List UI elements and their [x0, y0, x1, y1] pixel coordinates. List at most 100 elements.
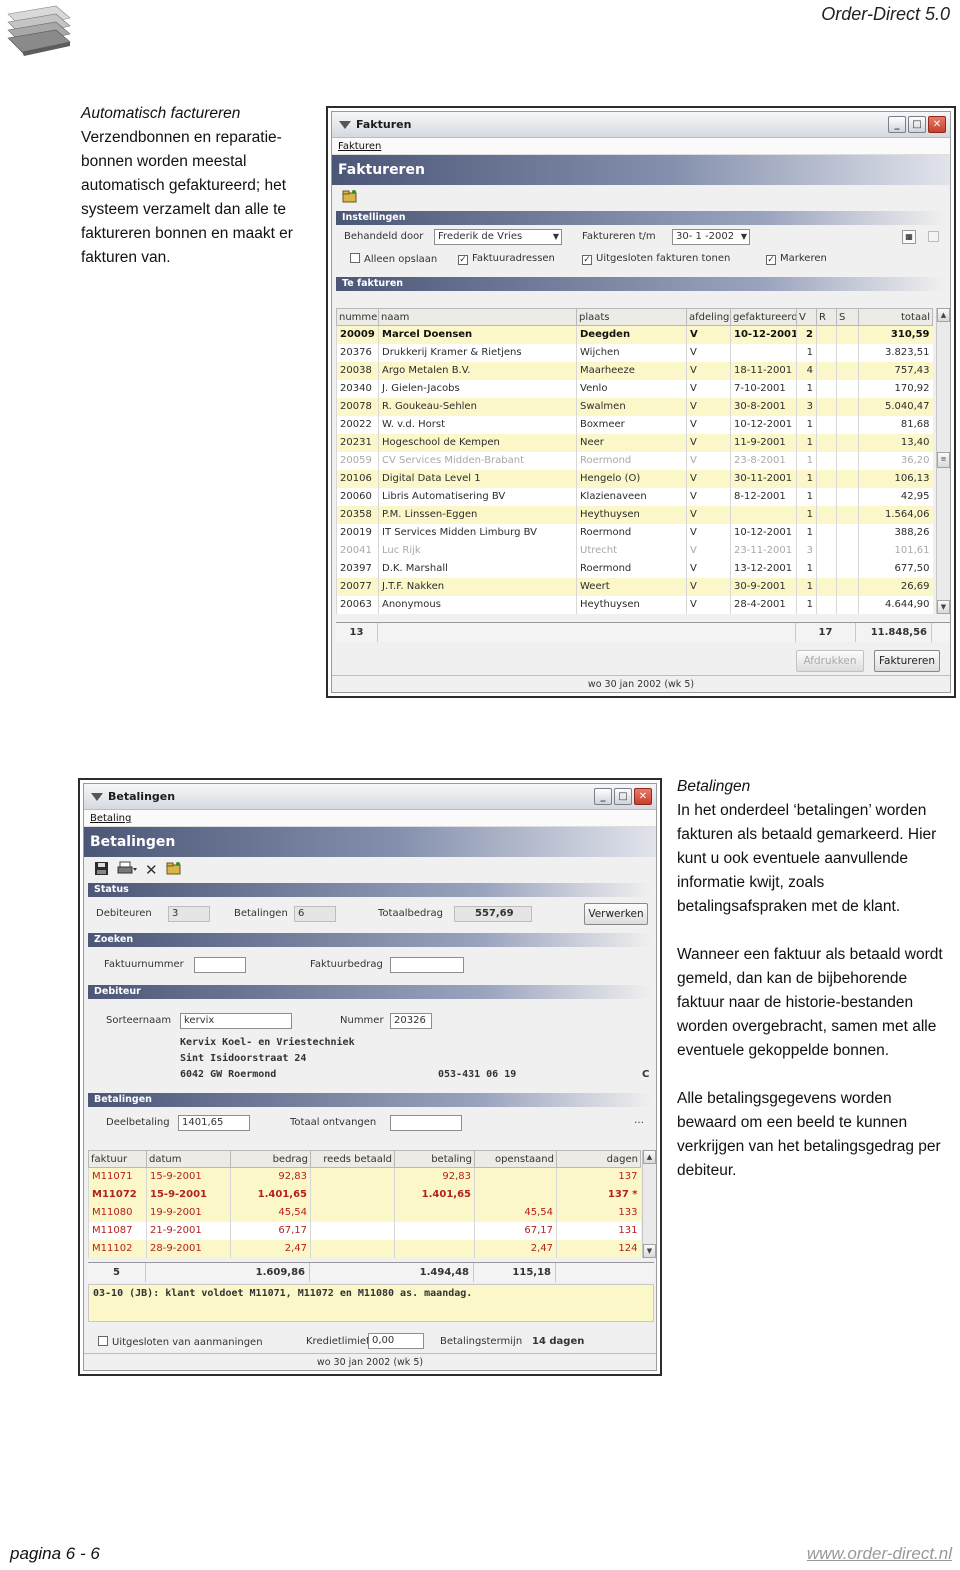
sorteernaam-input[interactable]: kervix	[180, 1013, 292, 1029]
kredietlimiet-input[interactable]: 0,00	[368, 1333, 424, 1349]
table-cell: 1	[796, 451, 817, 470]
column-header[interactable]: gefaktureerd	[730, 308, 797, 326]
table-row[interactable]: M11071 15-9-2001 92,83 92,83 137	[88, 1167, 641, 1186]
column-header[interactable]: dagen	[556, 1150, 641, 1168]
ontvangen-input[interactable]	[390, 1115, 462, 1131]
option-checkbox[interactable]	[928, 231, 939, 242]
scroll-up-icon[interactable]: ▲	[937, 308, 950, 322]
table-row[interactable]: M11072 15-9-2001 1.401,65 1.401,65 137 *	[88, 1185, 641, 1204]
column-header[interactable]: afdeling	[686, 308, 731, 326]
faktureren-button[interactable]: Faktureren	[874, 650, 940, 672]
table-row[interactable]: M11080 19-9-2001 45,54 45,54 133	[88, 1203, 641, 1222]
scroll-down-icon[interactable]: ▼	[643, 1244, 656, 1258]
column-header[interactable]: V	[796, 308, 817, 326]
cb-uitgesloten-aanmaningen[interactable]: Uitgesloten van aanmaningen	[98, 1336, 263, 1348]
maximize-icon[interactable]: □	[614, 788, 632, 805]
fakturen-titlebar[interactable]: Fakturen _ □ ✕	[332, 112, 950, 138]
verwerken-button[interactable]: Verwerken	[584, 903, 648, 925]
table-row[interactable]: 20397 D.K. Marshall Roermond V 13-12-2001 1 67…	[336, 559, 933, 578]
close-icon[interactable]: ✕	[928, 116, 946, 133]
table-row[interactable]: 20358 P.M. Linssen-Eggen Heythuysen V 1 1.564…	[336, 505, 933, 524]
section-te-fakturen: Te fakturen	[336, 277, 946, 291]
table-cell	[816, 397, 837, 416]
cb-markeren[interactable]: ✓ Markeren	[766, 253, 827, 265]
table-cell: Digital Data Level 1	[378, 469, 577, 488]
maximize-icon[interactable]: □	[908, 116, 926, 133]
table-cell: 1.401,65	[394, 1185, 475, 1204]
fakturen-toolbar	[332, 185, 950, 211]
print-icon[interactable]	[117, 861, 137, 880]
betalingen-scrollbar[interactable]: ▲ ▼	[642, 1150, 656, 1258]
table-row[interactable]: 20340 J. Gielen-Jacobs Venlo V 7-10-2001 1 170…	[336, 379, 933, 398]
faktuurnummer-input[interactable]	[194, 957, 246, 973]
column-header[interactable]: plaats	[576, 308, 687, 326]
column-header[interactable]: betaling	[394, 1150, 475, 1168]
table-cell	[394, 1203, 475, 1222]
scroll-thumb[interactable]: ≡	[937, 452, 950, 468]
column-header[interactable]: nummer	[336, 308, 379, 326]
column-header[interactable]: datum	[146, 1150, 231, 1168]
open-folder-icon[interactable]	[166, 861, 182, 879]
table-cell: 1	[796, 577, 817, 596]
table-cell: 137	[556, 1167, 641, 1186]
betalingen-statusbar: wo 30 jan 2002 (wk 5)	[84, 1353, 656, 1370]
tm-date-select[interactable]: 30- 1 -2002 ▼	[672, 229, 750, 245]
cb-faktuuradressen[interactable]: ✓ Faktuuradressen	[458, 253, 555, 265]
table-cell: IT Services Midden Limburg BV	[378, 523, 577, 542]
open-folder-icon[interactable]	[342, 189, 358, 207]
column-header[interactable]: S	[836, 308, 859, 326]
table-row[interactable]: 20078 R. Goukeau-Sehlen Swalmen V 30-8-2001 3…	[336, 397, 933, 416]
faktuurbedrag-input[interactable]	[390, 957, 464, 973]
table-row[interactable]: 20038 Argo Metalen B.V. Maarheeze V 18-11-20…	[336, 361, 933, 380]
more-icon[interactable]: …	[634, 1115, 644, 1126]
column-header[interactable]: reeds betaald	[310, 1150, 395, 1168]
footer-link[interactable]: www.order-direct.nl	[807, 1544, 952, 1564]
nummer-input[interactable]: 20326	[390, 1013, 432, 1029]
scroll-up-icon[interactable]: ▲	[643, 1150, 656, 1164]
table-cell: V	[686, 559, 731, 578]
menu-fakturen[interactable]: Fakturen	[338, 141, 381, 152]
table-row[interactable]: 20019 IT Services Midden Limburg BV Roermo…	[336, 523, 933, 542]
fakturen-scrollbar[interactable]: ▲ ≡ ▼	[936, 308, 950, 614]
table-row[interactable]: 20231 Hogeschool de Kempen Neer V 11-9-2001 1…	[336, 433, 933, 452]
column-header[interactable]: faktuur	[88, 1150, 147, 1168]
table-cell: Heythuysen	[576, 595, 687, 614]
delete-icon[interactable]: ✕	[145, 861, 158, 879]
save-icon[interactable]	[94, 861, 109, 880]
minimize-icon[interactable]: _	[888, 116, 906, 133]
table-cell: Maarheeze	[576, 361, 687, 380]
table-cell: M11071	[88, 1167, 147, 1186]
betalingen-titlebar[interactable]: Betalingen _ □ ✕	[84, 784, 656, 810]
table-row[interactable]: 20376 Drukkerij Kramer & Rietjens Wijchen V…	[336, 343, 933, 362]
cb-alleen-opslaan[interactable]: Alleen opslaan	[350, 253, 437, 265]
memo-textarea[interactable]: 03-10 (JB): klant voldoet M11071, M11072…	[88, 1284, 654, 1322]
menu-betaling[interactable]: Betaling	[90, 813, 131, 824]
minimize-icon[interactable]: _	[594, 788, 612, 805]
table-row[interactable]: 20009 Marcel Doensen Deegden V 10-12-2001 2 31…	[336, 325, 933, 344]
table-row[interactable]: 20022 W. v.d. Horst Boxmeer V 10-12-2001 1 81,…	[336, 415, 933, 434]
column-header[interactable]: R	[816, 308, 837, 326]
table-row[interactable]: 20063 Anonymous Heythuysen V 28-4-2001 1 4.644…	[336, 595, 933, 614]
scroll-down-icon[interactable]: ▼	[937, 600, 950, 614]
deelbetaling-input[interactable]: 1401,65	[178, 1115, 250, 1131]
close-icon[interactable]: ✕	[634, 788, 652, 805]
table-row[interactable]: 20059 CV Services Midden-Brabant Roermond V…	[336, 451, 933, 470]
table-row[interactable]: 20106 Digital Data Level 1 Hengelo (O) V 30-…	[336, 469, 933, 488]
cb-adressen-label: Faktuuradressen	[472, 253, 555, 264]
column-header[interactable]: bedrag	[230, 1150, 311, 1168]
table-row[interactable]: M11087 21-9-2001 67,17 67,17 131	[88, 1221, 641, 1240]
grid-icon[interactable]: ▦	[902, 230, 916, 244]
table-cell: V	[686, 361, 731, 380]
column-header[interactable]: naam	[378, 308, 577, 326]
table-row[interactable]: 20041 Luc Rijk Utrecht V 23-11-2001 3 101,61	[336, 541, 933, 560]
table-row[interactable]: M11102 28-9-2001 2,47 2,47 124	[88, 1239, 641, 1258]
table-row[interactable]: 20060 Libris Automatisering BV Klazienavee…	[336, 487, 933, 506]
app-icon	[338, 119, 352, 131]
column-header[interactable]: totaal	[858, 308, 933, 326]
column-header[interactable]: openstaand	[474, 1150, 557, 1168]
behandeld-value: Frederik de Vries	[438, 231, 523, 242]
afdrukken-button[interactable]: Afdrukken	[796, 650, 864, 672]
table-row[interactable]: 20077 J.T.F. Nakken Weert V 30-9-2001 1 26,69	[336, 577, 933, 596]
behandeld-select[interactable]: Frederik de Vries ▼	[434, 229, 562, 245]
cb-uitgesloten-fakturen[interactable]: ✓ Uitgesloten fakturen tonen	[582, 253, 730, 265]
